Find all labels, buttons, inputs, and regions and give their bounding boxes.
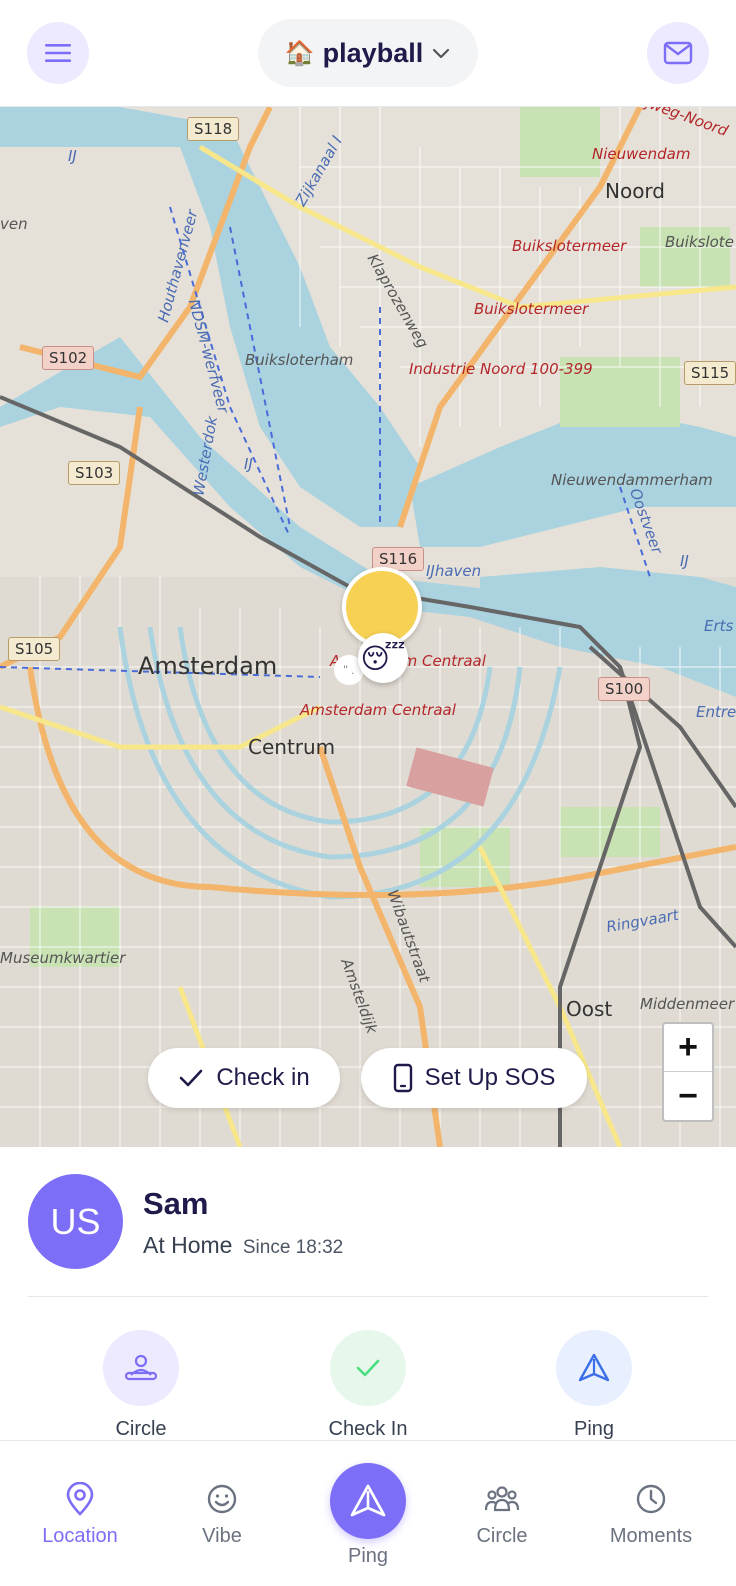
phone-icon bbox=[393, 1063, 412, 1093]
menu-button[interactable] bbox=[27, 22, 89, 84]
road-shield-s115: S115 bbox=[684, 361, 736, 385]
nav-item-vibe[interactable]: Vibe bbox=[172, 1441, 272, 1586]
map-label-ij: IJ bbox=[68, 147, 77, 165]
hamburger-menu-icon bbox=[45, 44, 71, 62]
map-label-entre: Entre bbox=[696, 703, 736, 721]
nav-label-vibe: Vibe bbox=[202, 1525, 242, 1547]
mail-icon bbox=[663, 41, 693, 65]
nav-label-ping: Ping bbox=[347, 1545, 389, 1567]
ping-arrow-icon bbox=[350, 1484, 386, 1517]
nav-item-moments[interactable]: Moments bbox=[596, 1441, 706, 1586]
user-since: Since 18:32 bbox=[242, 1237, 344, 1258]
map-label-buikslotermeer: Buikslotermeer bbox=[512, 237, 627, 255]
map-label-buikslotermeer-2: Buikslotermeer bbox=[474, 300, 589, 318]
nav-label-circle: Circle bbox=[476, 1525, 528, 1547]
map-label-amsterdam-centraal-2: Amsterdam Centraal bbox=[300, 701, 456, 719]
road-shield-s118: S118 bbox=[187, 117, 240, 141]
checkmark-icon bbox=[180, 1069, 203, 1087]
bottom-nav: Location Vibe Ping Circle Moments bbox=[0, 1440, 736, 1586]
check-in-button[interactable]: Check in bbox=[148, 1048, 340, 1108]
set-up-sos-button[interactable]: Set Up SOS bbox=[361, 1048, 587, 1108]
smiley-icon bbox=[207, 1484, 237, 1514]
map-label-oost: Oost bbox=[566, 997, 613, 1021]
map-label-ven: ven bbox=[0, 215, 28, 233]
location-pin-icon bbox=[66, 1482, 94, 1516]
check-in-label: Check in bbox=[216, 1064, 310, 1091]
circle-people-icon bbox=[124, 1354, 158, 1381]
set-up-sos-label: Set Up SOS bbox=[424, 1064, 556, 1091]
user-status: At Home Since 18:32 bbox=[143, 1232, 343, 1259]
user-name: Sam bbox=[143, 1186, 209, 1221]
nav-item-ping[interactable]: Ping bbox=[308, 1441, 428, 1586]
avatar[interactable]: US bbox=[28, 1174, 123, 1269]
map-label-centrum: Centrum bbox=[248, 735, 336, 759]
map-label-industrie: Industrie Noord 100-399 bbox=[409, 360, 593, 378]
nav-item-location[interactable]: Location bbox=[30, 1441, 130, 1586]
nav-label-location: Location bbox=[42, 1525, 118, 1547]
quick-action-check-in-label: Check In bbox=[328, 1418, 408, 1440]
circle-name: playball bbox=[322, 37, 424, 68]
map-label-ij-2: IJ bbox=[244, 455, 253, 473]
zoom-out-button[interactable]: − bbox=[664, 1072, 712, 1120]
nav-item-circle[interactable]: Circle bbox=[452, 1441, 552, 1586]
road-shield-s102: S102 bbox=[42, 346, 95, 370]
road-shield-s105: S105 bbox=[8, 637, 61, 661]
map-label-nieuwendam: Nieuwendam bbox=[592, 145, 691, 163]
chevron-down-icon bbox=[433, 48, 450, 59]
map-label-erts: Erts bbox=[704, 617, 734, 635]
map-label-museumkwartier: Museumkwartier bbox=[0, 949, 126, 967]
map-label-nieuwendammerham: Nieuwendammerham bbox=[551, 471, 713, 489]
checkmark-icon bbox=[356, 1359, 380, 1377]
road-shield-s100: S100 bbox=[598, 677, 651, 701]
house-icon: 🏠 bbox=[284, 39, 315, 67]
nav-label-moments: Moments bbox=[609, 1525, 693, 1547]
zoom-control: + − bbox=[662, 1022, 714, 1122]
map-label-ijhaven: IJhaven bbox=[426, 562, 482, 580]
app-header: 🏠 playball bbox=[0, 0, 736, 107]
sleeping-face-icon[interactable]: 😴 bbox=[358, 633, 408, 683]
map-label-buiksloterham: Buiksloterham bbox=[245, 351, 354, 369]
map-label-ij-3: IJ bbox=[680, 552, 689, 570]
group-icon bbox=[485, 1486, 519, 1512]
quick-action-check-in[interactable]: Check In bbox=[298, 1330, 438, 1441]
circle-selector[interactable]: 🏠 playball bbox=[258, 19, 478, 87]
zoom-in-button[interactable]: + bbox=[664, 1024, 712, 1072]
divider bbox=[28, 1296, 708, 1297]
map-label-noord: Noord bbox=[605, 179, 665, 203]
messages-button[interactable] bbox=[647, 22, 709, 84]
quick-action-circle-label: Circle bbox=[115, 1418, 167, 1440]
quick-action-ping-label: Ping bbox=[573, 1418, 615, 1440]
map-view[interactable]: Amsterdam Centrum Noord Oost Nieuwendam … bbox=[0, 107, 736, 1147]
user-place: At Home bbox=[143, 1232, 233, 1258]
ping-button[interactable] bbox=[330, 1463, 406, 1539]
clock-icon bbox=[636, 1484, 666, 1514]
quick-action-circle[interactable]: Circle bbox=[71, 1330, 211, 1441]
map-label-buikslote: Buikslote bbox=[665, 233, 734, 251]
quick-action-ping[interactable]: Ping bbox=[524, 1330, 664, 1441]
road-shield-s103: S103 bbox=[68, 461, 121, 485]
map-label-amsterdam: Amsterdam bbox=[138, 652, 278, 680]
ping-arrow-icon bbox=[578, 1353, 610, 1382]
map-label-middenmeer: Middenmeer bbox=[640, 995, 735, 1013]
